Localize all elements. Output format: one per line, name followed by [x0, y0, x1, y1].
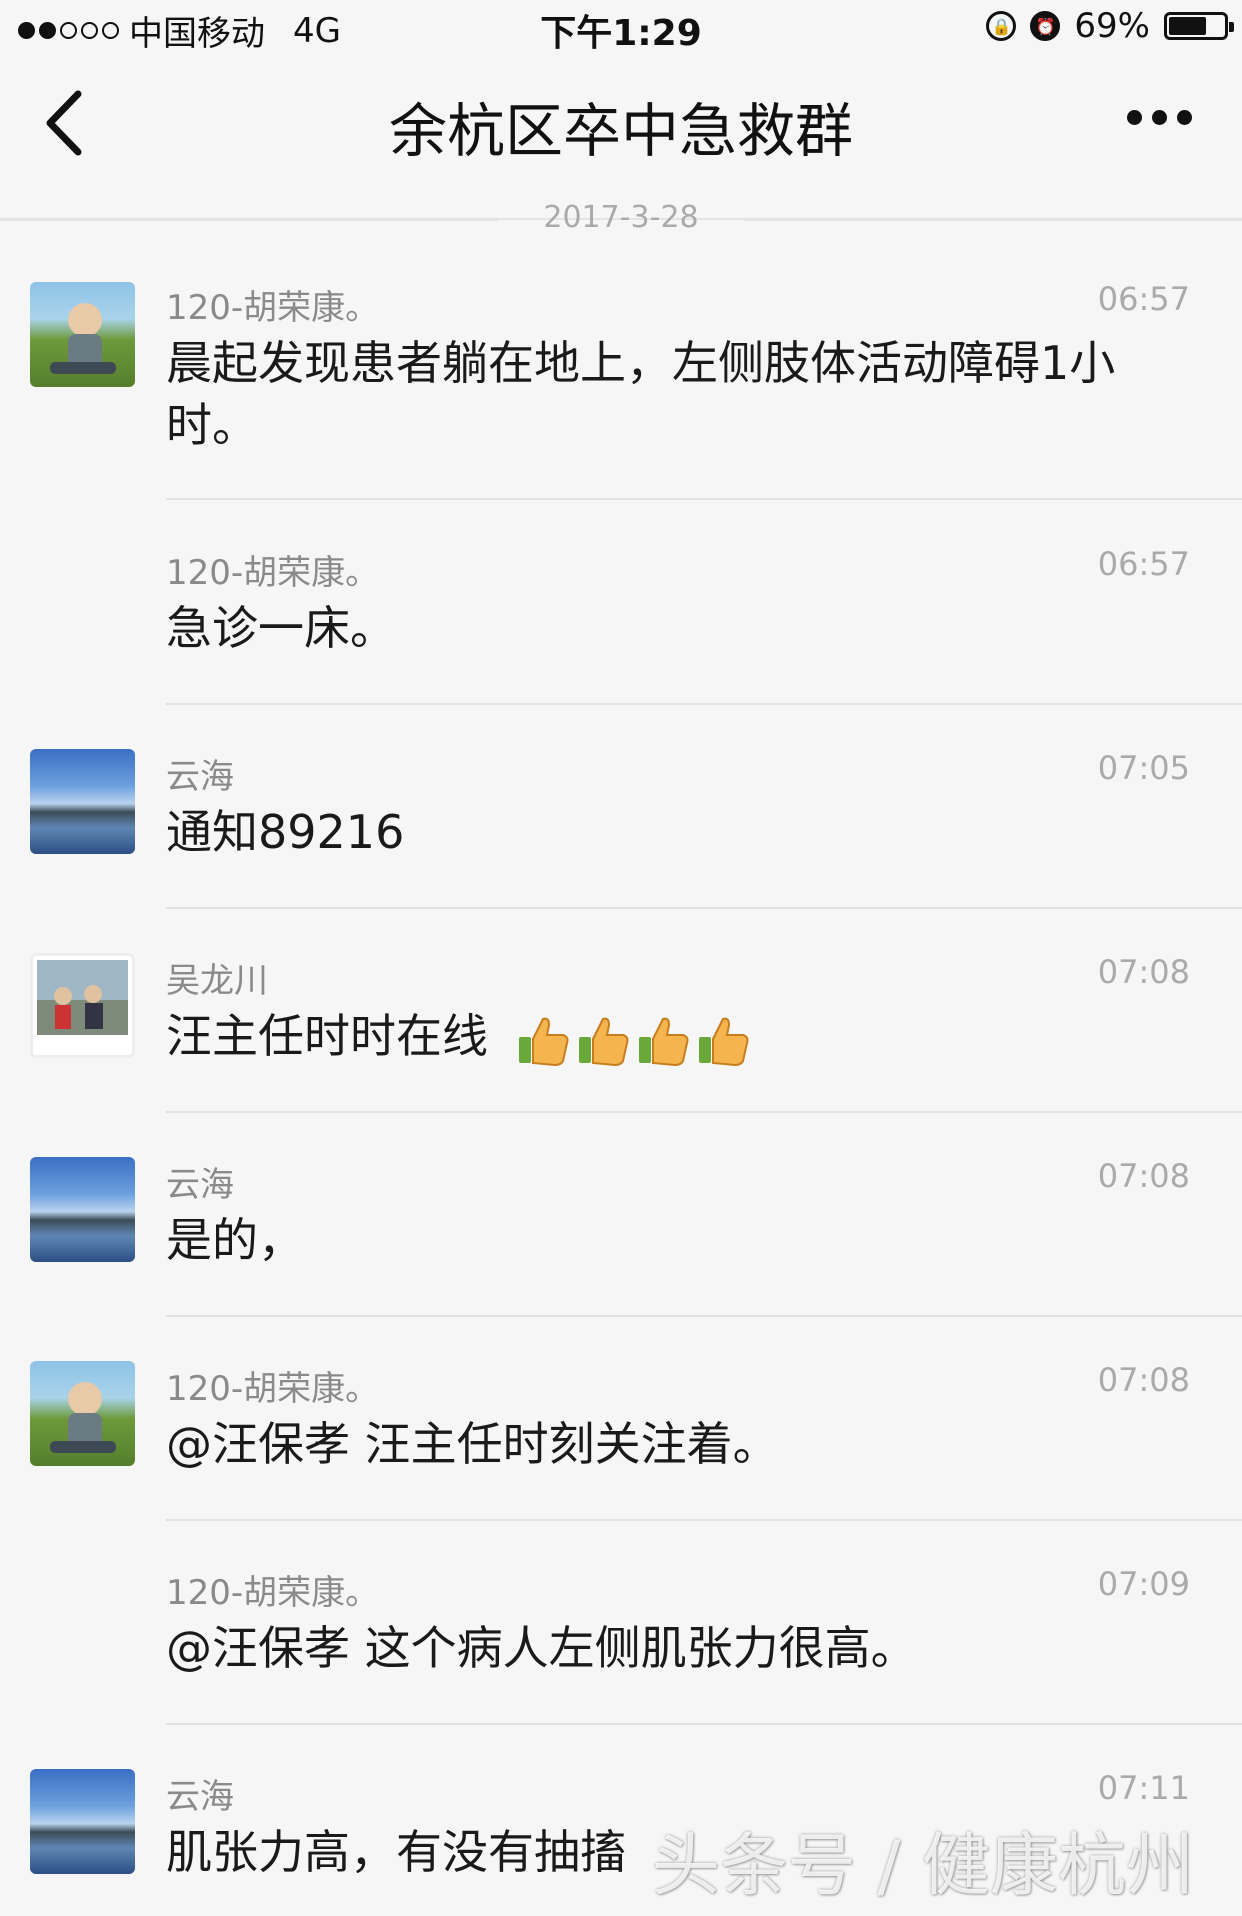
- message-item[interactable]: 云海 07:08 是的，: [0, 1157, 1242, 1317]
- sender-name: 吴龙川: [166, 961, 268, 1001]
- thumbs-up-icon: [518, 1017, 569, 1066]
- message-item[interactable]: 120-胡荣康。 07:08 @汪保孝 汪主任时刻关注着。: [0, 1361, 1242, 1521]
- message-item[interactable]: 120-胡荣康。 06:57 晨起发现患者躺在地上，左侧肢体活动障碍1小时。: [0, 280, 1242, 500]
- thumbs-up-icon: [638, 1017, 689, 1066]
- sender-name: 120-胡荣康。: [166, 1369, 380, 1409]
- message-time: 07:11: [1097, 1769, 1190, 1807]
- battery-percent: 69%: [1074, 6, 1150, 46]
- battery-icon: [1164, 12, 1234, 40]
- divider: [166, 1723, 1242, 1725]
- thumbs-up-emoji-group: [517, 1013, 751, 1067]
- message-time: 07:08: [1097, 953, 1190, 991]
- date-label: 2017-3-28: [543, 200, 699, 235]
- avatar[interactable]: [30, 953, 135, 1058]
- watermark: 头条号 / 健康杭州: [651, 1827, 1194, 1906]
- message-text: @汪保孝 汪主任时刻关注着。: [166, 1417, 779, 1471]
- message-text: 是的，: [166, 1213, 304, 1267]
- message-time: 07:05: [1097, 749, 1190, 787]
- sender-name: 120-胡荣康。: [166, 288, 380, 328]
- message-time: 06:57: [1097, 280, 1190, 318]
- date-separator: 2017-3-28: [0, 200, 1242, 240]
- message-item[interactable]: 吴龙川 07:08 汪主任时时在线: [0, 953, 1242, 1113]
- message-text: 通知89216: [166, 805, 405, 859]
- divider: [166, 1519, 1242, 1521]
- avatar[interactable]: [30, 1769, 135, 1874]
- alarm-icon: ⏰: [1030, 11, 1061, 41]
- message-item[interactable]: 120-胡荣康。 07:09 @汪保孝 这个病人左侧肌张力很高。: [0, 1565, 1242, 1725]
- divider: [166, 907, 1242, 909]
- avatar[interactable]: [30, 1361, 135, 1466]
- message-item[interactable]: 120-胡荣康。 06:57 急诊一床。: [0, 545, 1242, 705]
- sender-name: 云海: [166, 1165, 234, 1205]
- more-dots-icon: [1127, 110, 1142, 125]
- divider: [166, 1111, 1242, 1113]
- sender-name: 云海: [166, 757, 234, 797]
- chat-title: 余杭区卒中急救群: [388, 97, 853, 165]
- message-text: 汪主任时时在线: [166, 1009, 488, 1063]
- message-text: @汪保孝 这个病人左侧肌张力很高。: [166, 1621, 917, 1675]
- thumbs-up-icon: [698, 1017, 749, 1066]
- divider: [166, 703, 1242, 705]
- rotation-lock-icon: 🔒: [986, 11, 1017, 41]
- more-button[interactable]: [1127, 110, 1192, 125]
- thumbs-up-icon: [578, 1017, 629, 1066]
- divider: [166, 498, 1242, 500]
- message-item[interactable]: 云海 07:05 通知89216: [0, 749, 1242, 909]
- message-text: 急诊一床。: [166, 601, 396, 655]
- message-time: 07:08: [1097, 1361, 1190, 1399]
- divider: [166, 1315, 1242, 1317]
- sender-name: 云海: [166, 1777, 234, 1817]
- navigation-bar: 余杭区卒中急救群: [0, 52, 1242, 220]
- message-time: 07:08: [1097, 1157, 1190, 1195]
- status-bar: 中国移动 4G 下午1:29 🔒 ⏰ 69%: [0, 0, 1242, 54]
- message-time: 06:57: [1097, 545, 1190, 583]
- avatar[interactable]: [30, 749, 135, 854]
- message-text: 晨起发现患者躺在地上，左侧肢体活动障碍1小时。: [166, 336, 1116, 452]
- avatar[interactable]: [30, 282, 135, 387]
- sender-name: 120-胡荣康。: [166, 1573, 380, 1613]
- sender-name: 120-胡荣康。: [166, 553, 380, 593]
- message-body: 汪主任时时在线: [166, 1005, 1182, 1067]
- avatar[interactable]: [30, 1157, 135, 1262]
- message-time: 07:09: [1097, 1565, 1190, 1603]
